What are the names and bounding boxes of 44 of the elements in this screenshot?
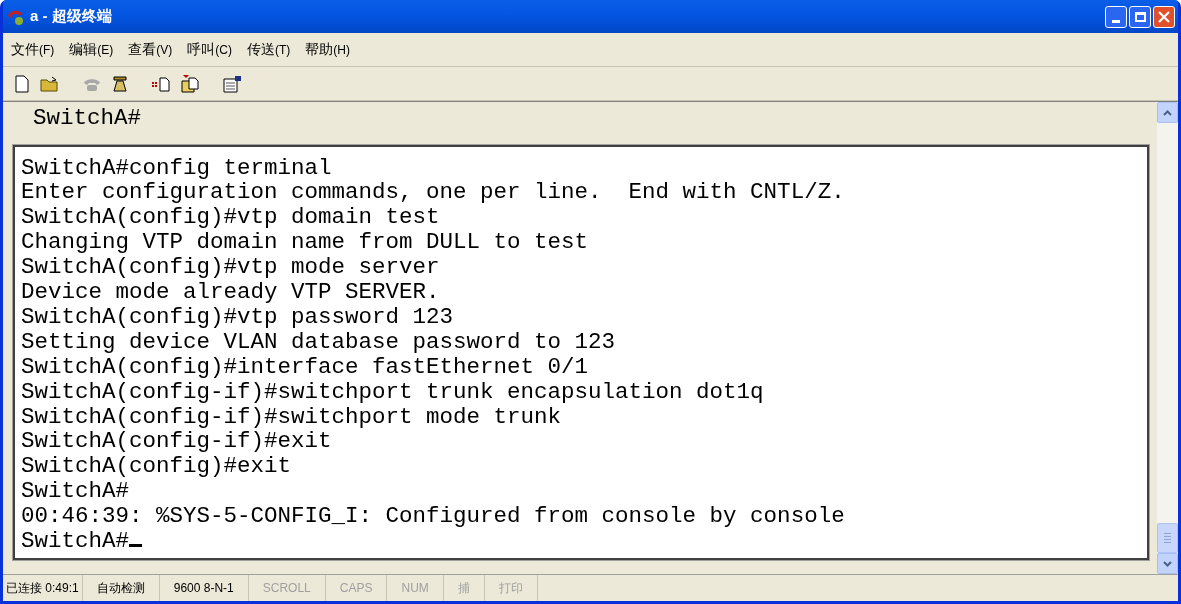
maximize-button[interactable] (1129, 5, 1151, 28)
status-text: CAPS (325, 575, 388, 601)
terminal-line: SwitchA(config)#vtp domain test (21, 205, 440, 231)
text-cursor (129, 544, 143, 548)
minimize-button[interactable] (1105, 5, 1127, 28)
menu-item[interactable]: 文件(F) (11, 39, 55, 60)
status-text: 捕 (443, 575, 485, 601)
terminal-line: Setting device VLAN database password to 123 (21, 329, 616, 355)
terminal-line: SwitchA(config)#interface fastEthernet 0/1 (21, 354, 589, 380)
scroll-down-button[interactable] (1157, 553, 1178, 574)
status-text: 已连接 0:49:1 (3, 575, 83, 601)
menu-item[interactable]: 呼叫(C) (187, 39, 232, 60)
terminal-line: SwitchA(config-if)#exit (21, 429, 332, 455)
terminal-line: SwitchA#config terminal (21, 155, 332, 181)
up-chevron-icon (1163, 109, 1172, 116)
down-chevron-icon (1163, 560, 1172, 567)
status-text: NUM (387, 575, 444, 601)
terminal-line: SwitchA(config-if)#switchport trunk encapsulation dot1q (21, 379, 764, 405)
terminal-line: 00:46:39: %SYS-5-CONFIG_I: Configured from console by console (21, 504, 845, 530)
close-icon (1158, 10, 1170, 23)
terminal-line: Enter configuration commands, one per line. End with CNTL/Z. (21, 180, 845, 206)
properties-icon[interactable] (221, 73, 243, 94)
menu-item[interactable]: 帮助(H) (305, 39, 350, 60)
menu-item[interactable]: 编辑(E) (69, 39, 114, 60)
terminal-line: SwitchA(config-if)#switchport mode trunk (21, 404, 562, 430)
receive-file-icon[interactable] (179, 73, 201, 94)
terminal-line: SwitchA# (21, 529, 143, 554)
menu-item[interactable]: 查看(V) (128, 39, 173, 60)
terminal-line: SwitchA(config)#vtp password 123 (21, 304, 454, 330)
close-button[interactable] (1153, 5, 1175, 28)
status-text: 打印 (484, 575, 538, 601)
status-text: 自动检测 (82, 575, 160, 601)
window-title: a - 超级终端 (30, 6, 112, 27)
scrollbar-thumb[interactable] (1157, 523, 1178, 553)
terminal-line: SwitchA(config)#vtp mode server (21, 255, 440, 281)
status-text: SCROLL (248, 575, 326, 601)
scroll-up-button[interactable] (1157, 102, 1178, 123)
menu-item[interactable]: 传送(T) (247, 39, 291, 60)
status-text: 9600 8-N-1 (159, 575, 249, 601)
terminal-line: SwitchA(config)#exit (21, 454, 292, 480)
terminal-line: SwitchA# (21, 479, 130, 505)
terminal-line: Device mode already VTP SERVER. (21, 280, 440, 305)
terminal-header-line: SwitchA# (32, 106, 142, 131)
terminal-line: Changing VTP domain name from DULL to test (21, 230, 589, 256)
